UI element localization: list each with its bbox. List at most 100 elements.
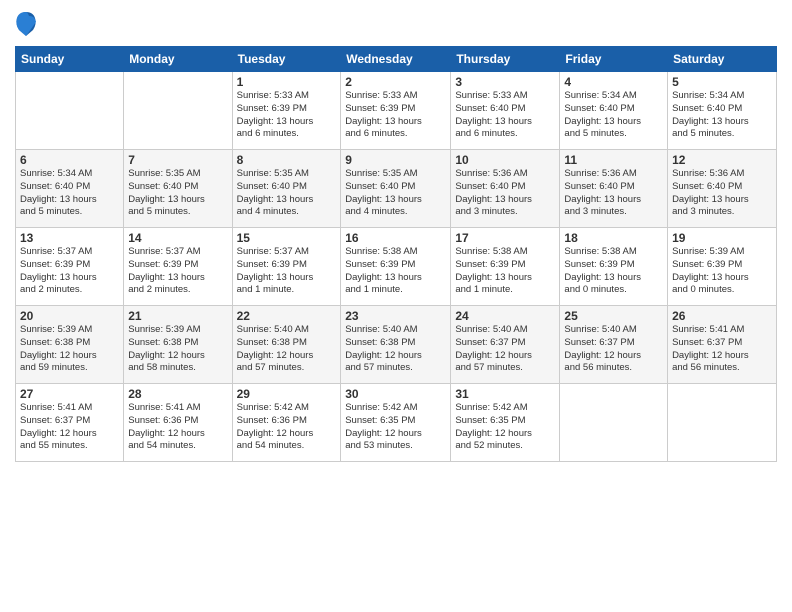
weekday-sunday: Sunday xyxy=(16,47,124,72)
calendar-cell: 23Sunrise: 5:40 AM Sunset: 6:38 PM Dayli… xyxy=(341,306,451,384)
calendar-cell xyxy=(16,72,124,150)
day-info: Sunrise: 5:38 AM Sunset: 6:39 PM Dayligh… xyxy=(345,246,446,297)
calendar-cell xyxy=(560,384,668,462)
day-info: Sunrise: 5:42 AM Sunset: 6:36 PM Dayligh… xyxy=(237,402,337,453)
calendar-cell: 14Sunrise: 5:37 AM Sunset: 6:39 PM Dayli… xyxy=(124,228,232,306)
day-number: 5 xyxy=(672,75,772,89)
day-info: Sunrise: 5:38 AM Sunset: 6:39 PM Dayligh… xyxy=(564,246,663,297)
day-info: Sunrise: 5:35 AM Sunset: 6:40 PM Dayligh… xyxy=(237,168,337,219)
day-number: 28 xyxy=(128,387,227,401)
calendar-cell: 20Sunrise: 5:39 AM Sunset: 6:38 PM Dayli… xyxy=(16,306,124,384)
day-number: 2 xyxy=(345,75,446,89)
day-info: Sunrise: 5:33 AM Sunset: 6:39 PM Dayligh… xyxy=(237,90,337,141)
day-number: 6 xyxy=(20,153,119,167)
calendar-cell: 15Sunrise: 5:37 AM Sunset: 6:39 PM Dayli… xyxy=(232,228,341,306)
day-info: Sunrise: 5:35 AM Sunset: 6:40 PM Dayligh… xyxy=(128,168,227,219)
day-info: Sunrise: 5:41 AM Sunset: 6:36 PM Dayligh… xyxy=(128,402,227,453)
weekday-tuesday: Tuesday xyxy=(232,47,341,72)
day-number: 25 xyxy=(564,309,663,323)
day-info: Sunrise: 5:34 AM Sunset: 6:40 PM Dayligh… xyxy=(564,90,663,141)
day-info: Sunrise: 5:40 AM Sunset: 6:38 PM Dayligh… xyxy=(237,324,337,375)
day-info: Sunrise: 5:39 AM Sunset: 6:38 PM Dayligh… xyxy=(128,324,227,375)
calendar-cell: 12Sunrise: 5:36 AM Sunset: 6:40 PM Dayli… xyxy=(668,150,777,228)
day-number: 29 xyxy=(237,387,337,401)
calendar-cell: 4Sunrise: 5:34 AM Sunset: 6:40 PM Daylig… xyxy=(560,72,668,150)
calendar-cell: 26Sunrise: 5:41 AM Sunset: 6:37 PM Dayli… xyxy=(668,306,777,384)
day-info: Sunrise: 5:34 AM Sunset: 6:40 PM Dayligh… xyxy=(20,168,119,219)
calendar-cell: 16Sunrise: 5:38 AM Sunset: 6:39 PM Dayli… xyxy=(341,228,451,306)
day-number: 14 xyxy=(128,231,227,245)
calendar-cell: 9Sunrise: 5:35 AM Sunset: 6:40 PM Daylig… xyxy=(341,150,451,228)
weekday-saturday: Saturday xyxy=(668,47,777,72)
day-number: 1 xyxy=(237,75,337,89)
page-header xyxy=(15,10,777,38)
calendar-cell: 18Sunrise: 5:38 AM Sunset: 6:39 PM Dayli… xyxy=(560,228,668,306)
calendar: SundayMondayTuesdayWednesdayThursdayFrid… xyxy=(15,46,777,462)
week-row-3: 13Sunrise: 5:37 AM Sunset: 6:39 PM Dayli… xyxy=(16,228,777,306)
logo xyxy=(15,10,40,38)
day-number: 8 xyxy=(237,153,337,167)
day-number: 10 xyxy=(455,153,555,167)
calendar-cell xyxy=(124,72,232,150)
week-row-1: 1Sunrise: 5:33 AM Sunset: 6:39 PM Daylig… xyxy=(16,72,777,150)
day-info: Sunrise: 5:40 AM Sunset: 6:37 PM Dayligh… xyxy=(455,324,555,375)
day-info: Sunrise: 5:33 AM Sunset: 6:40 PM Dayligh… xyxy=(455,90,555,141)
day-info: Sunrise: 5:41 AM Sunset: 6:37 PM Dayligh… xyxy=(20,402,119,453)
day-info: Sunrise: 5:40 AM Sunset: 6:38 PM Dayligh… xyxy=(345,324,446,375)
day-info: Sunrise: 5:42 AM Sunset: 6:35 PM Dayligh… xyxy=(455,402,555,453)
day-info: Sunrise: 5:37 AM Sunset: 6:39 PM Dayligh… xyxy=(20,246,119,297)
calendar-cell: 24Sunrise: 5:40 AM Sunset: 6:37 PM Dayli… xyxy=(451,306,560,384)
day-number: 26 xyxy=(672,309,772,323)
day-info: Sunrise: 5:37 AM Sunset: 6:39 PM Dayligh… xyxy=(237,246,337,297)
day-info: Sunrise: 5:33 AM Sunset: 6:39 PM Dayligh… xyxy=(345,90,446,141)
day-info: Sunrise: 5:36 AM Sunset: 6:40 PM Dayligh… xyxy=(564,168,663,219)
day-number: 19 xyxy=(672,231,772,245)
week-row-5: 27Sunrise: 5:41 AM Sunset: 6:37 PM Dayli… xyxy=(16,384,777,462)
calendar-cell: 19Sunrise: 5:39 AM Sunset: 6:39 PM Dayli… xyxy=(668,228,777,306)
calendar-cell: 6Sunrise: 5:34 AM Sunset: 6:40 PM Daylig… xyxy=(16,150,124,228)
day-info: Sunrise: 5:42 AM Sunset: 6:35 PM Dayligh… xyxy=(345,402,446,453)
day-info: Sunrise: 5:39 AM Sunset: 6:39 PM Dayligh… xyxy=(672,246,772,297)
calendar-cell: 30Sunrise: 5:42 AM Sunset: 6:35 PM Dayli… xyxy=(341,384,451,462)
day-number: 31 xyxy=(455,387,555,401)
day-info: Sunrise: 5:37 AM Sunset: 6:39 PM Dayligh… xyxy=(128,246,227,297)
weekday-friday: Friday xyxy=(560,47,668,72)
day-number: 4 xyxy=(564,75,663,89)
day-number: 13 xyxy=(20,231,119,245)
day-number: 22 xyxy=(237,309,337,323)
calendar-cell: 1Sunrise: 5:33 AM Sunset: 6:39 PM Daylig… xyxy=(232,72,341,150)
calendar-cell: 7Sunrise: 5:35 AM Sunset: 6:40 PM Daylig… xyxy=(124,150,232,228)
calendar-cell: 29Sunrise: 5:42 AM Sunset: 6:36 PM Dayli… xyxy=(232,384,341,462)
calendar-cell: 3Sunrise: 5:33 AM Sunset: 6:40 PM Daylig… xyxy=(451,72,560,150)
calendar-cell: 22Sunrise: 5:40 AM Sunset: 6:38 PM Dayli… xyxy=(232,306,341,384)
day-info: Sunrise: 5:36 AM Sunset: 6:40 PM Dayligh… xyxy=(455,168,555,219)
calendar-cell: 21Sunrise: 5:39 AM Sunset: 6:38 PM Dayli… xyxy=(124,306,232,384)
day-number: 21 xyxy=(128,309,227,323)
calendar-cell: 2Sunrise: 5:33 AM Sunset: 6:39 PM Daylig… xyxy=(341,72,451,150)
day-number: 23 xyxy=(345,309,446,323)
day-info: Sunrise: 5:36 AM Sunset: 6:40 PM Dayligh… xyxy=(672,168,772,219)
weekday-header-row: SundayMondayTuesdayWednesdayThursdayFrid… xyxy=(16,47,777,72)
calendar-cell xyxy=(668,384,777,462)
calendar-cell: 25Sunrise: 5:40 AM Sunset: 6:37 PM Dayli… xyxy=(560,306,668,384)
day-number: 3 xyxy=(455,75,555,89)
day-number: 17 xyxy=(455,231,555,245)
calendar-cell: 17Sunrise: 5:38 AM Sunset: 6:39 PM Dayli… xyxy=(451,228,560,306)
day-info: Sunrise: 5:38 AM Sunset: 6:39 PM Dayligh… xyxy=(455,246,555,297)
day-number: 27 xyxy=(20,387,119,401)
calendar-cell: 13Sunrise: 5:37 AM Sunset: 6:39 PM Dayli… xyxy=(16,228,124,306)
weekday-monday: Monday xyxy=(124,47,232,72)
day-number: 7 xyxy=(128,153,227,167)
day-info: Sunrise: 5:41 AM Sunset: 6:37 PM Dayligh… xyxy=(672,324,772,375)
day-number: 20 xyxy=(20,309,119,323)
day-number: 11 xyxy=(564,153,663,167)
calendar-cell: 11Sunrise: 5:36 AM Sunset: 6:40 PM Dayli… xyxy=(560,150,668,228)
week-row-4: 20Sunrise: 5:39 AM Sunset: 6:38 PM Dayli… xyxy=(16,306,777,384)
week-row-2: 6Sunrise: 5:34 AM Sunset: 6:40 PM Daylig… xyxy=(16,150,777,228)
calendar-cell: 31Sunrise: 5:42 AM Sunset: 6:35 PM Dayli… xyxy=(451,384,560,462)
day-number: 24 xyxy=(455,309,555,323)
day-info: Sunrise: 5:39 AM Sunset: 6:38 PM Dayligh… xyxy=(20,324,119,375)
day-number: 18 xyxy=(564,231,663,245)
calendar-cell: 27Sunrise: 5:41 AM Sunset: 6:37 PM Dayli… xyxy=(16,384,124,462)
day-info: Sunrise: 5:35 AM Sunset: 6:40 PM Dayligh… xyxy=(345,168,446,219)
